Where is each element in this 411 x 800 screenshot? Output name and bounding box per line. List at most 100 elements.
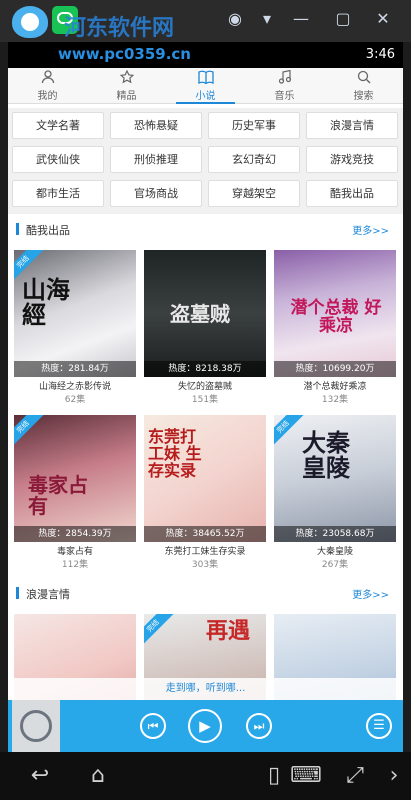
player-bar: ⏮ ▶ ⏭ ☰ — [8, 700, 403, 752]
category-button[interactable]: 酷我出品 — [306, 180, 398, 207]
section-header-romance: 浪漫言情 更多>> — [8, 578, 403, 608]
category-button[interactable]: 刑侦推理 — [110, 146, 202, 173]
section-title: 酷我出品 — [26, 224, 70, 237]
category-button[interactable]: 历史军事 — [208, 112, 300, 139]
status-badge: 完结 — [274, 415, 304, 448]
emulator-logo-icon — [12, 6, 48, 38]
category-button[interactable]: 都市生活 — [12, 180, 104, 207]
tab-label: 搜索 — [353, 91, 374, 102]
book-card[interactable]: 完结 山海經 热度：281.84万 山海经之赤影传说 62集 — [14, 250, 136, 405]
music-icon — [245, 69, 324, 86]
previous-button[interactable]: ⏮ — [140, 713, 166, 739]
book-title: 失忆的盗墓贼 — [177, 382, 232, 392]
back-icon[interactable]: ↩ — [20, 764, 60, 788]
book-cover: 完结 山海經 热度：281.84万 — [14, 250, 136, 377]
book-title: 毒家占有 — [56, 547, 93, 557]
tab-featured[interactable]: 精品 — [87, 68, 166, 103]
eye-icon[interactable]: ◉ — [226, 10, 244, 28]
book-heat: 热度：281.84万 — [14, 361, 136, 377]
next-button[interactable]: ⏭ — [246, 713, 272, 739]
category-button[interactable]: 浪漫言情 — [306, 112, 398, 139]
book-title: 东莞打工妹生存实录 — [164, 547, 246, 557]
book-episodes: 112集 — [61, 560, 89, 570]
book-title: 潜个总裁好乘凉 — [303, 382, 367, 392]
tab-novel[interactable]: 小说 — [166, 68, 245, 104]
category-button[interactable]: 武侠仙侠 — [12, 146, 104, 173]
cover-title: 大秦皇陵 — [302, 429, 350, 483]
book-heat: 热度：8218.38万 — [144, 361, 266, 377]
book-cover: 东莞打工妹 生存实录 热度：38465.52万 — [144, 415, 266, 542]
wechat-app-icon[interactable] — [52, 6, 78, 34]
book-heat: 热度：38465.52万 — [144, 526, 266, 542]
emulator-titlebar: ◉ ▾ — ▢ ✕ 河东软件网 — [0, 0, 411, 42]
category-button[interactable]: 官场商战 — [110, 180, 202, 207]
status-time: 3:46 — [365, 47, 395, 62]
book-cover: 盗墓贼 热度：8218.38万 — [144, 250, 266, 377]
tab-music[interactable]: 音乐 — [245, 68, 324, 103]
category-button[interactable]: 穿越架空 — [208, 180, 300, 207]
book-episodes: 267集 — [321, 560, 349, 570]
watermark-brand: 河东软件网 — [64, 16, 175, 41]
section-title: 浪漫言情 — [26, 588, 70, 601]
book-card[interactable]: 东莞打工妹 生存实录 热度：38465.52万 东莞打工妹生存实录 303集 — [144, 415, 266, 570]
book-heat: 热度：23058.68万 — [274, 526, 396, 542]
app-screen: 我的 精品 小说 音乐 搜索 文学名著 恐怖悬疑 历史军事 浪漫言情 武侠仙侠 … — [8, 68, 403, 752]
cover-title: 东莞打工妹 生存实录 — [148, 427, 202, 480]
book-cover: 潜个总裁 好乘凉 热度：10699.20万 — [274, 250, 396, 377]
status-bar: www.pc0359.cn 3:46 — [8, 42, 403, 68]
more-icon[interactable]: › — [384, 764, 404, 788]
tab-search[interactable]: 搜索 — [324, 68, 403, 103]
tab-label: 小说 — [195, 91, 216, 102]
maximize-icon[interactable]: ▢ — [334, 10, 352, 28]
tab-label: 我的 — [37, 91, 58, 102]
play-button[interactable]: ▶ — [188, 709, 222, 743]
star-icon — [87, 69, 166, 86]
book-title: 山海经之赤影传说 — [38, 382, 111, 392]
book-episodes: 132集 — [321, 395, 349, 405]
book-icon — [166, 70, 245, 86]
player-hint: 走到哪，听到哪... — [8, 678, 403, 700]
person-icon — [8, 70, 87, 86]
book-title: 大秦皇陵 — [316, 547, 353, 557]
book-cover: 完结 毒家占有 热度：2854.39万 — [14, 415, 136, 542]
keyboard-icon[interactable]: ⌨ — [290, 764, 322, 788]
cover-title: 山海經 — [22, 276, 70, 330]
category-button[interactable]: 恐怖悬疑 — [110, 112, 202, 139]
tab-label: 精品 — [116, 91, 137, 102]
book-card[interactable]: 盗墓贼 热度：8218.38万 失忆的盗墓贼 151集 — [144, 250, 266, 405]
cover-title: 毒家占有 — [28, 473, 88, 518]
section-header-kuwo: 酷我出品 更多>> — [8, 214, 403, 244]
book-card[interactable]: 完结 毒家占有 热度：2854.39万 毒家占有 112集 — [14, 415, 136, 570]
cover-title: 再遇 — [206, 619, 251, 644]
close-icon[interactable]: ✕ — [374, 10, 392, 28]
book-episodes: 151集 — [191, 395, 219, 405]
category-button[interactable]: 游戏竞技 — [306, 146, 398, 173]
status-badge: 完结 — [144, 614, 174, 647]
fullscreen-icon[interactable]: ⤢ — [340, 764, 370, 788]
playlist-button[interactable]: ☰ — [366, 713, 392, 739]
tab-label: 音乐 — [274, 91, 295, 102]
home-icon[interactable]: ⌂ — [78, 764, 118, 788]
tab-mine[interactable]: 我的 — [8, 68, 87, 103]
watermark-url: www.pc0359.cn — [58, 45, 191, 63]
top-tabs: 我的 精品 小说 音乐 搜索 — [8, 68, 403, 104]
headphones-icon[interactable] — [12, 700, 60, 752]
search-icon — [324, 70, 403, 86]
dropdown-icon[interactable]: ▾ — [258, 10, 276, 28]
cover-title: 潜个总裁 好乘凉 — [290, 298, 382, 336]
book-heat: 热度：2854.39万 — [14, 526, 136, 542]
more-link[interactable]: 更多>> — [352, 222, 389, 237]
minimize-icon[interactable]: — — [292, 10, 310, 28]
status-badge: 完结 — [14, 415, 44, 448]
more-link[interactable]: 更多>> — [352, 586, 389, 601]
book-episodes: 62集 — [64, 395, 86, 405]
cover-title: 盗墓贼 — [170, 302, 230, 326]
phone-icon[interactable]: ▯ — [262, 764, 286, 788]
book-episodes: 303集 — [191, 560, 219, 570]
category-button[interactable]: 玄幻奇幻 — [208, 146, 300, 173]
book-heat: 热度：10699.20万 — [274, 361, 396, 377]
category-button[interactable]: 文学名著 — [12, 112, 104, 139]
book-cover: 完结 大秦皇陵 热度：23058.68万 — [274, 415, 396, 542]
book-card[interactable]: 完结 大秦皇陵 热度：23058.68万 大秦皇陵 267集 — [274, 415, 396, 570]
book-card[interactable]: 潜个总裁 好乘凉 热度：10699.20万 潜个总裁好乘凉 132集 — [274, 250, 396, 405]
